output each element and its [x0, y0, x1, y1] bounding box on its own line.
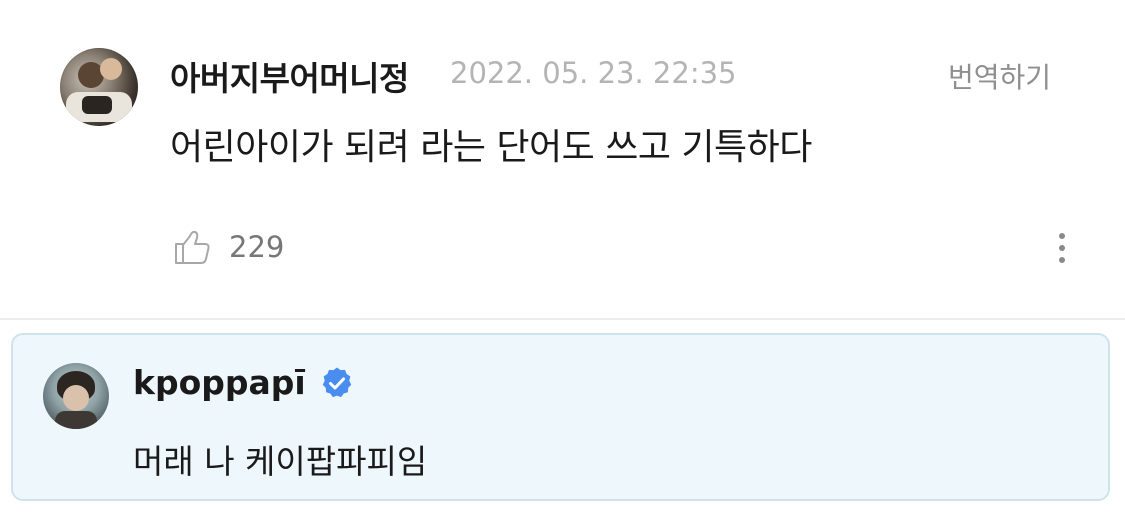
- comment-author-name[interactable]: 아버지부어머니정: [170, 52, 409, 100]
- reply-avatar[interactable]: [43, 363, 109, 429]
- thumbs-up-icon: [175, 230, 210, 264]
- like-button[interactable]: 229: [172, 225, 284, 269]
- comment-card: 아버지부어머니정 2022. 05. 23. 22:35 번역하기 어린아이가 …: [0, 0, 1125, 318]
- reply-card: kpoppapī 머래 나 케이팝파피임: [11, 333, 1110, 501]
- comment-timestamp: 2022. 05. 23. 22:35: [450, 56, 737, 90]
- more-vertical-icon[interactable]: [1046, 226, 1078, 270]
- reply-text: 머래 나 케이팝파피임: [133, 442, 428, 481]
- comment-text: 어린아이가 되려 라는 단어도 쓰고 기특하다: [170, 127, 812, 168]
- commenter-avatar[interactable]: [60, 48, 138, 126]
- translate-button[interactable]: 번역하기: [948, 56, 1051, 96]
- like-count: 229: [229, 230, 285, 264]
- reply-author: kpoppapī: [133, 363, 354, 402]
- reply-author-name[interactable]: kpoppapī: [133, 363, 306, 402]
- verified-badge-icon: [322, 367, 351, 397]
- section-divider: [0, 318, 1125, 320]
